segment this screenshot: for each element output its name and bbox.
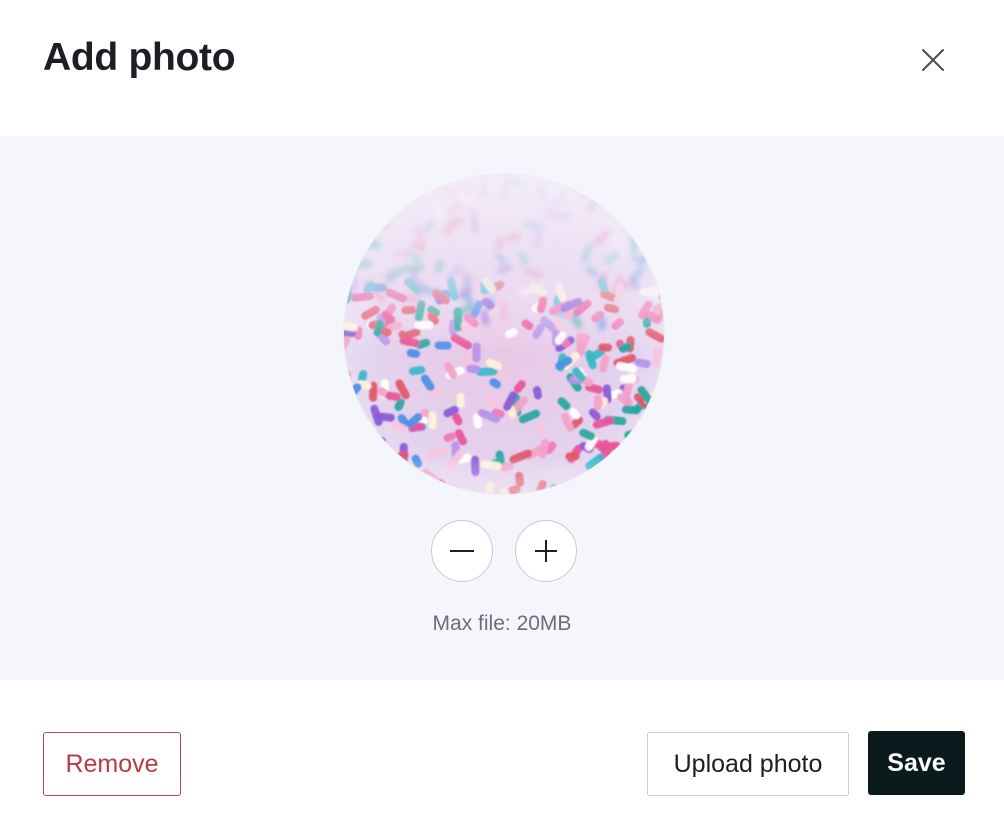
sprinkle	[381, 178, 397, 198]
sprinkle	[351, 421, 369, 443]
sprinkle	[344, 397, 356, 408]
sprinkle	[582, 493, 599, 494]
sprinkle	[344, 238, 349, 259]
sprinkle	[344, 424, 358, 445]
photo-preview[interactable]	[344, 174, 664, 494]
sprinkle	[661, 438, 664, 459]
max-file-size-hint: Max file: 20MB	[432, 612, 572, 635]
sprinkle	[648, 208, 664, 231]
upload-photo-button[interactable]: Upload photo	[647, 732, 849, 796]
sprinkle	[591, 480, 605, 492]
sprinkle	[344, 399, 351, 413]
save-button[interactable]: Save	[868, 731, 965, 795]
sprinkle	[349, 202, 358, 223]
sprinkle	[610, 462, 628, 475]
sprinkle	[642, 428, 653, 453]
sprinkle	[645, 182, 664, 193]
sprinkle	[377, 492, 390, 494]
sprinkle	[379, 470, 390, 484]
dialog-header: Add photo	[0, 0, 1004, 136]
sprinkle	[619, 457, 633, 466]
close-button[interactable]	[913, 40, 953, 80]
sprinkle	[643, 229, 654, 254]
sprinkle	[354, 190, 373, 201]
sprinkle	[649, 418, 662, 427]
remove-button[interactable]: Remove	[43, 732, 181, 796]
dialog-title: Add photo	[43, 36, 236, 79]
sprinkle	[638, 487, 657, 494]
sprinkle	[655, 213, 663, 233]
sprinkle	[644, 453, 662, 472]
sprinkle	[628, 218, 644, 233]
sprinkle	[659, 260, 664, 275]
sprinkle	[356, 177, 369, 192]
sprinkle	[384, 189, 397, 204]
sprinkle	[381, 177, 407, 186]
sprinkle	[373, 445, 390, 454]
sprinkle	[423, 174, 438, 183]
sprinkle	[359, 188, 372, 201]
sprinkle	[369, 183, 391, 201]
sprinkle	[386, 464, 406, 479]
sprinkle	[623, 458, 638, 472]
sprinkle	[357, 211, 371, 229]
minus-icon	[450, 550, 474, 552]
sprinkle	[637, 453, 647, 467]
photo-image	[344, 174, 664, 494]
sprinkle	[613, 471, 633, 489]
sprinkle	[593, 487, 602, 494]
sprinkle	[566, 482, 585, 494]
plus-icon	[535, 540, 557, 562]
sprinkle	[390, 461, 403, 476]
zoom-out-button[interactable]	[431, 520, 493, 582]
dialog-footer: Remove Upload photo Save	[0, 680, 1004, 840]
close-icon	[922, 49, 944, 71]
sprinkle	[379, 174, 401, 180]
zoom-in-button[interactable]	[515, 520, 577, 582]
sprinkle	[344, 447, 358, 456]
sprinkle	[423, 487, 444, 494]
sprinkle	[361, 444, 374, 467]
sprinkle	[661, 207, 664, 220]
photo-editor: Max file: 20MB	[0, 136, 1004, 680]
sprinkle	[344, 445, 358, 461]
add-photo-dialog: Add photo Max file: 20MB Remove Upload p…	[0, 0, 1004, 840]
sprinkle	[624, 193, 638, 205]
sprinkle	[575, 492, 593, 494]
sprinkle	[566, 174, 583, 182]
sprinkle	[647, 443, 657, 461]
sprinkle	[344, 247, 353, 263]
sprinkle	[418, 488, 435, 494]
sprinkle	[387, 467, 400, 484]
sprinkle	[661, 174, 664, 183]
sprinkle	[663, 430, 664, 450]
sprinkle	[357, 174, 372, 190]
